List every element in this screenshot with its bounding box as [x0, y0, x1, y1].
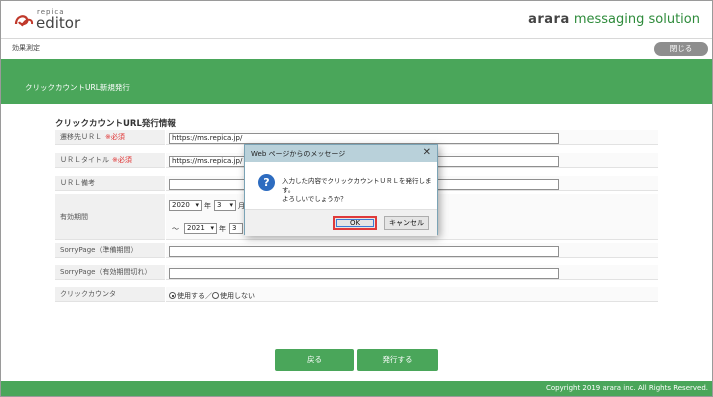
dialog-title: Web ページからのメッセージ: [251, 150, 346, 158]
dialog-message-line2: よろしいでしょうか？: [282, 195, 347, 203]
section-title: クリックカウントURL発行情報: [55, 119, 176, 129]
counter-radio-group: 使用する／ 使用しない: [169, 291, 255, 301]
tilde: ～: [172, 225, 179, 233]
chevron-down-icon: ▾: [210, 224, 214, 232]
footer: Copyright 2019 arara inc. All Rights Res…: [1, 381, 712, 396]
sorry-page-expired-label: SorryPage（有効期間切れ）: [55, 265, 165, 280]
sorry-page-prep-label: SorryPage（準備期間）: [55, 243, 165, 258]
page-title: クリックカウントURL新規発行: [25, 83, 130, 92]
year-unit: 年: [219, 225, 226, 233]
repica-editor-logo: repica editor: [13, 8, 93, 34]
end-year-select[interactable]: 2021 ▾: [184, 223, 217, 234]
use-label: 使用する／: [177, 292, 212, 300]
not-use-radio[interactable]: [212, 292, 219, 299]
back-button[interactable]: 戻る: [275, 349, 354, 371]
year-unit: 年: [204, 202, 211, 210]
question-icon: ?: [258, 174, 275, 191]
destination-url-label: 遷移先ＵＲＬ ※必須: [55, 130, 165, 145]
form-row-sorry-expired: SorryPage（有効期間切れ）: [55, 265, 658, 281]
sorry-page-expired-input[interactable]: [169, 268, 559, 279]
brand-rest: messaging solution: [569, 12, 700, 27]
click-counter-label: クリックカウンタ: [55, 287, 165, 302]
chevron-down-icon: ▾: [229, 201, 233, 209]
dialog-message: 入力した内容でクリックカウントＵＲＬを発行します。 よろしいでしょうか？: [282, 177, 432, 204]
cancel-button[interactable]: キャンセル: [384, 216, 429, 230]
close-button[interactable]: 閉じる: [654, 42, 708, 56]
sorry-page-prep-input[interactable]: [169, 246, 559, 257]
ok-button[interactable]: OK: [333, 216, 377, 230]
app-header: repica editor arara messaging solution: [1, 1, 712, 39]
url-title-label: ＵＲＬタイトル ※必須: [55, 153, 165, 168]
url-note-label: ＵＲＬ備考: [55, 176, 165, 191]
sub-toolbar: 効果測定: [1, 40, 712, 58]
chevron-down-icon: ▾: [195, 201, 199, 209]
page-title-bar: クリックカウントURL新規発行: [1, 59, 712, 104]
confirm-dialog: Web ページからのメッセージ ✕ ? 入力した内容でクリックカウントＵＲＬを発…: [244, 144, 438, 236]
issue-button[interactable]: 発行する: [357, 349, 438, 371]
dialog-body: ? 入力した内容でクリックカウントＵＲＬを発行します。 よろしいでしょうか？: [245, 162, 437, 209]
copyright: Copyright 2019 arara inc. All Rights Res…: [545, 384, 708, 392]
dialog-titlebar: Web ページからのメッセージ ✕: [245, 145, 437, 162]
required-mark: ※必須: [112, 156, 132, 164]
brand-name: arara messaging solution: [528, 12, 700, 27]
dialog-footer: OK キャンセル: [245, 209, 437, 236]
not-use-label: 使用しない: [220, 292, 255, 300]
end-month-select[interactable]: 3: [229, 223, 243, 234]
close-icon[interactable]: ✕: [423, 147, 431, 159]
form-row-click-counter: クリックカウンタ 使用する／ 使用しない: [55, 287, 658, 303]
form-row-sorry-prep: SorryPage（準備期間）: [55, 243, 658, 259]
start-month-select[interactable]: 3 ▾: [214, 200, 236, 211]
use-radio[interactable]: [169, 292, 176, 299]
dialog-message-line1: 入力した内容でクリックカウントＵＲＬを発行します。: [282, 177, 432, 194]
start-year-select[interactable]: 2020 ▾: [169, 200, 202, 211]
breadcrumb: 効果測定: [12, 44, 40, 52]
required-mark: ※必須: [105, 133, 125, 141]
period-label: 有効期間: [55, 194, 165, 240]
logo-main-text: editor: [36, 14, 81, 32]
destination-url-input[interactable]: https://ms.repica.jp/: [169, 133, 559, 144]
logo-mark-icon: [14, 15, 34, 27]
brand-bold: arara: [528, 12, 570, 27]
